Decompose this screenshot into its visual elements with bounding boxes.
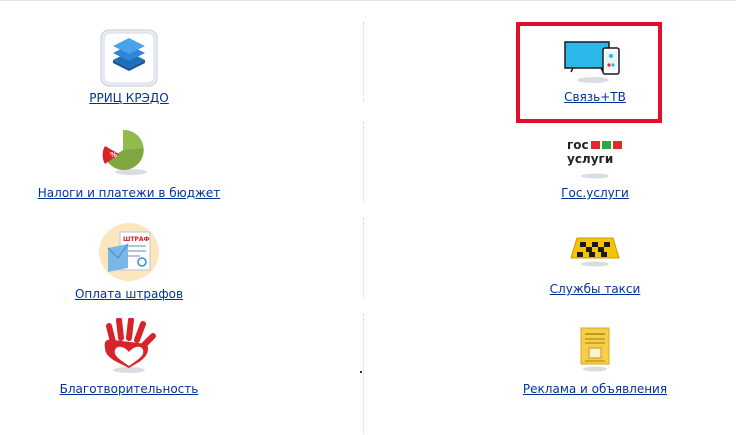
taxi-sign-icon <box>565 234 625 268</box>
stray-dot <box>360 371 362 373</box>
column-divider <box>363 22 364 102</box>
service-tile-taxi[interactable]: Службы такси <box>470 234 720 304</box>
service-label[interactable]: Благотворительность <box>4 382 254 396</box>
service-tile-taxes[interactable]: % Налоги и платежи в бюджет <box>4 126 254 201</box>
column-divider <box>363 314 364 434</box>
service-tile-rric-credo[interactable]: РРИЦ КРЭДО <box>4 28 254 108</box>
column-divider <box>363 218 364 298</box>
charity-hand-heart-icon <box>99 317 159 374</box>
service-label[interactable]: Налоги и платежи в бюджет <box>4 186 254 200</box>
service-tile-charity[interactable]: Благотворительность <box>4 317 254 398</box>
gosuslugi-logo-icon: гос услуги <box>563 138 627 180</box>
service-label[interactable]: Реклама и объявления <box>470 382 720 396</box>
service-label[interactable]: Службы такси <box>470 282 720 296</box>
fine-envelope-icon: ШТРАФ <box>98 222 160 282</box>
service-tile-fines[interactable]: ШТРАФ Оплата штрафов <box>4 222 254 302</box>
top-divider <box>0 0 736 1</box>
service-label[interactable]: Оплата штрафов <box>4 287 254 301</box>
service-tile-ads[interactable]: Реклама и объявления <box>470 326 720 398</box>
tax-pie-icon: % <box>101 126 157 176</box>
svg-text:услуги: услуги <box>567 152 613 166</box>
service-tile-gosuslugi[interactable]: гос услуги Гос.услуги <box>470 138 720 208</box>
services-page: РРИЦ КРЭДО % Налоги и платежи в бюджет Ш… <box>0 0 736 435</box>
layers-icon <box>99 28 159 88</box>
service-label[interactable]: РРИЦ КРЭДО <box>4 91 254 105</box>
service-label[interactable]: Гос.услуги <box>470 186 720 200</box>
selection-highlight <box>516 22 662 123</box>
column-divider <box>363 122 364 202</box>
svg-text:%: % <box>110 151 117 159</box>
svg-text:гос: гос <box>567 138 589 152</box>
newspaper-icon <box>575 326 615 372</box>
svg-text:ШТРАФ: ШТРАФ <box>123 236 150 243</box>
